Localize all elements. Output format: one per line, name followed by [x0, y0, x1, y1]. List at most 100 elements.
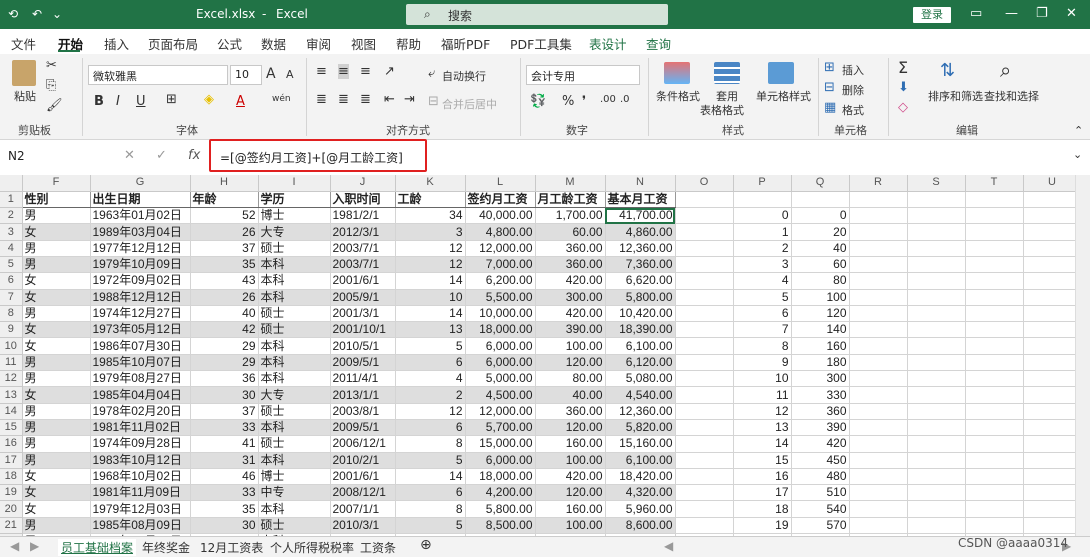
grid-cell[interactable] — [965, 370, 1024, 388]
font-color-button[interactable]: A — [236, 94, 245, 109]
grid-cell[interactable]: 80 — [791, 272, 850, 290]
column-header[interactable]: Q — [791, 175, 850, 192]
grid-cell[interactable] — [791, 191, 850, 209]
grid-cell[interactable] — [1023, 256, 1075, 274]
grid-cell[interactable] — [675, 386, 734, 404]
grid-cell[interactable] — [675, 305, 734, 323]
grid-cell[interactable]: 男 — [22, 517, 91, 535]
grid-cell[interactable]: 女 — [22, 272, 91, 290]
column-header[interactable]: P — [733, 175, 792, 192]
grid-cell[interactable]: 12 — [395, 240, 466, 257]
grid-cell[interactable]: 5,800.00 — [465, 500, 536, 518]
grid-cell[interactable]: 13 — [733, 419, 792, 437]
grid-cell[interactable] — [849, 435, 908, 453]
grid-cell[interactable]: 41 — [190, 435, 259, 453]
cut-icon[interactable]: ✂ — [46, 58, 57, 73]
tab-help[interactable]: 帮助 — [396, 34, 421, 53]
grid-cell[interactable] — [907, 435, 966, 453]
grid-cell[interactable]: 2001/6/1 — [330, 272, 396, 290]
sort-filter-icon[interactable]: ⇅ — [940, 60, 955, 81]
select-all-corner[interactable] — [0, 175, 23, 192]
grid-cell[interactable]: 硕士 — [258, 305, 331, 323]
grid-cell[interactable]: 6 — [733, 305, 792, 323]
grid-cell[interactable]: 大专 — [258, 223, 331, 241]
grid-cell[interactable]: 硕士 — [258, 403, 331, 420]
grid-cell[interactable]: 0 — [733, 207, 792, 225]
wrap-text-button[interactable]: 自动换行 — [442, 68, 486, 84]
grid-cell[interactable] — [675, 452, 734, 469]
tab-foxit-pdf[interactable]: 福昕PDF — [441, 34, 490, 53]
tab-page-layout[interactable]: 页面布局 — [148, 34, 198, 53]
grid-cell[interactable]: 0 — [791, 207, 850, 225]
grid-cell[interactable] — [965, 386, 1024, 404]
grid-cell[interactable]: 本科 — [258, 272, 331, 290]
grid-cell[interactable]: 4 — [733, 272, 792, 290]
grid-cell[interactable]: 男 — [22, 370, 91, 388]
row-number[interactable]: 2 — [0, 207, 23, 225]
grid-cell[interactable]: 1963年01月02日 — [90, 207, 191, 225]
table-header-cell[interactable]: 学历 — [258, 191, 331, 209]
grid-cell[interactable]: 4 — [395, 370, 466, 388]
grid-cell[interactable]: 11 — [733, 386, 792, 404]
grid-cell[interactable]: 34 — [395, 207, 466, 225]
grid-cell[interactable]: 4,500.00 — [465, 386, 536, 404]
grid-cell[interactable]: 8 — [395, 435, 466, 453]
merge-icon[interactable]: ⊟ — [428, 94, 439, 109]
row-number[interactable]: 6 — [0, 272, 23, 290]
grid-cell[interactable]: 1968年10月02日 — [90, 468, 191, 486]
grid-cell[interactable]: 本科 — [258, 500, 331, 518]
row-number[interactable]: 12 — [0, 370, 23, 388]
paste-button[interactable]: 粘贴 — [14, 88, 36, 104]
grid-cell[interactable] — [675, 256, 734, 274]
grid-cell[interactable] — [965, 484, 1024, 502]
italic-button[interactable]: I — [116, 94, 120, 109]
grid-cell[interactable]: 300 — [791, 370, 850, 388]
grid-cell[interactable]: 40 — [791, 240, 850, 257]
grid-cell[interactable] — [849, 370, 908, 388]
grid-cell[interactable]: 15,000.00 — [465, 435, 536, 453]
grid-cell[interactable] — [907, 452, 966, 469]
autosave-icon[interactable]: ⟲ — [8, 7, 18, 21]
grid-cell[interactable]: 男 — [22, 452, 91, 469]
grid-cell[interactable]: 5,500.00 — [465, 289, 536, 306]
next-sheet-icon[interactable]: ▶ — [30, 539, 39, 553]
grid-cell[interactable]: 420.00 — [535, 468, 606, 486]
grid-cell[interactable]: 18,000.00 — [465, 321, 536, 339]
grid-cell[interactable]: 450 — [791, 452, 850, 469]
grid-cell[interactable]: 6,000.00 — [465, 354, 536, 372]
grid-cell[interactable] — [849, 207, 908, 225]
bold-button[interactable]: B — [94, 94, 104, 109]
column-header[interactable]: O — [675, 175, 734, 192]
grid-cell[interactable]: 4,540.00 — [605, 386, 676, 404]
row-number[interactable]: 13 — [0, 386, 23, 404]
undo-icon[interactable]: ↶ — [32, 7, 42, 21]
table-header-cell[interactable]: 入职时间 — [330, 191, 396, 209]
grid-cell[interactable]: 480 — [791, 468, 850, 486]
grid-cell[interactable] — [1023, 191, 1075, 209]
grid-cell[interactable] — [1023, 305, 1075, 323]
grid-cell[interactable]: 2001/6/1 — [330, 468, 396, 486]
grid-cell[interactable]: 1981/2/1 — [330, 207, 396, 225]
grid-cell[interactable]: 420 — [791, 435, 850, 453]
grid-cell[interactable]: 6,200.00 — [465, 272, 536, 290]
grid-cell[interactable]: 本科 — [258, 256, 331, 274]
grid-cell[interactable]: 7,000.00 — [465, 256, 536, 274]
grid-cell[interactable]: 510 — [791, 484, 850, 502]
grid-cell[interactable]: 12,000.00 — [465, 240, 536, 257]
fx-icon[interactable]: fx — [188, 148, 200, 163]
grid-cell[interactable]: 男 — [22, 435, 91, 453]
grid-cell[interactable] — [1023, 386, 1075, 404]
grid-cell[interactable]: 13 — [395, 321, 466, 339]
grid-cell[interactable]: 1989年03月04日 — [90, 223, 191, 241]
spreadsheet-grid[interactable]: F G H I J K L M N O P Q R S T U 1 性别 出生日期 年龄 学历 入职时间 工龄 签约月工资 月工… — [0, 175, 1075, 536]
grid-cell[interactable]: 4,860.00 — [605, 223, 676, 241]
grid-cell[interactable]: 4,800.00 — [465, 223, 536, 241]
grid-cell[interactable]: 14 — [733, 435, 792, 453]
expand-formula-icon[interactable]: ⌄ — [1073, 148, 1082, 161]
sheet-tab-5[interactable]: 工资条 — [360, 539, 396, 556]
grid-cell[interactable]: 2 — [395, 386, 466, 404]
indent-icon[interactable]: ⇤ — [384, 92, 395, 107]
grid-cell[interactable]: 14 — [395, 305, 466, 323]
column-header[interactable]: G — [90, 175, 191, 192]
sheet-tab-3[interactable]: 12月工资表 — [200, 539, 263, 556]
